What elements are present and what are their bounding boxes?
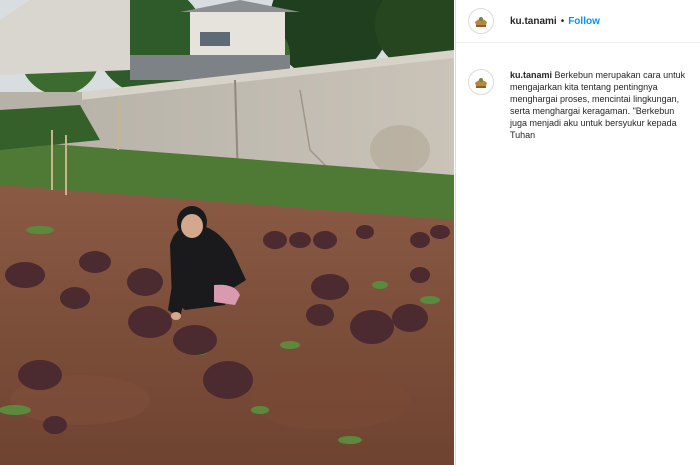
caption-row: ku.tanami Berkebun merupakan cara untuk … (456, 43, 700, 141)
separator-dot: • (560, 15, 565, 27)
header-username[interactable]: ku.tanami (510, 16, 557, 27)
caption-username[interactable]: ku.tanami (510, 70, 552, 80)
post-header: ku.tanami • Follow (456, 0, 700, 43)
post-sidebar: ku.tanami • Follow ku.tanami Berkebun me… (455, 0, 700, 465)
ku-tanami-logo-icon[interactable] (468, 8, 494, 34)
follow-button[interactable]: Follow (568, 16, 600, 27)
ku-tanami-logo-icon[interactable] (468, 69, 494, 95)
caption-text: Berkebun merupakan cara untuk mengajarka… (510, 70, 686, 140)
post-photo[interactable] (0, 0, 454, 465)
caption: ku.tanami Berkebun merupakan cara untuk … (510, 69, 689, 141)
